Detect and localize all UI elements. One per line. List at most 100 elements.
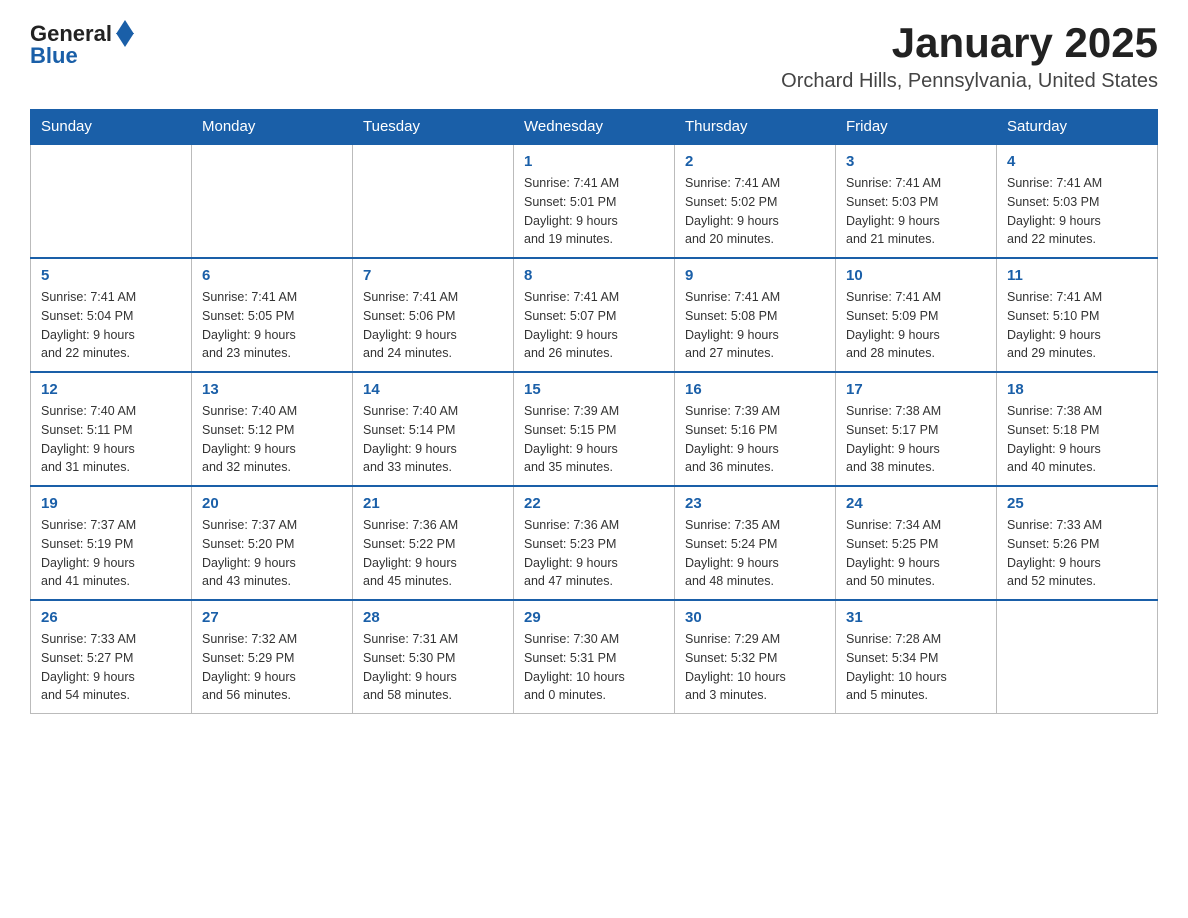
day-number: 8 [524, 267, 664, 284]
day-number: 1 [524, 153, 664, 170]
calendar-cell: 27Sunrise: 7:32 AMSunset: 5:29 PMDayligh… [192, 600, 353, 714]
logo-blue-text: Blue [30, 43, 78, 69]
day-number: 30 [685, 609, 825, 626]
calendar-header-row: SundayMondayTuesdayWednesdayThursdayFrid… [31, 110, 1158, 145]
calendar-cell: 14Sunrise: 7:40 AMSunset: 5:14 PMDayligh… [353, 372, 514, 486]
day-info: Sunrise: 7:41 AMSunset: 5:02 PMDaylight:… [685, 174, 825, 249]
day-number: 23 [685, 495, 825, 512]
day-info: Sunrise: 7:41 AMSunset: 5:04 PMDaylight:… [41, 288, 181, 363]
day-info: Sunrise: 7:38 AMSunset: 5:17 PMDaylight:… [846, 402, 986, 477]
day-info: Sunrise: 7:41 AMSunset: 5:01 PMDaylight:… [524, 174, 664, 249]
calendar-week-row: 5 Sunrise: 7:41 AMSunset: 5:04 PMDaylight… [31, 258, 1158, 372]
day-header-tuesday: Tuesday [353, 110, 514, 145]
day-info: Sunrise: 7:28 AMSunset: 5:34 PMDaylight:… [846, 630, 986, 705]
day-header-wednesday: Wednesday [514, 110, 675, 145]
day-info: Sunrise: 7:38 AMSunset: 5:18 PMDaylight:… [1007, 402, 1147, 477]
calendar-cell: 7 Sunrise: 7:41 AMSunset: 5:06 PMDaylight… [353, 258, 514, 372]
day-info: Sunrise: 7:36 AMSunset: 5:22 PMDaylight:… [363, 516, 503, 591]
day-number: 9 [685, 267, 825, 284]
day-info: Sunrise: 7:41 AMSunset: 5:06 PMDaylight:… [363, 288, 503, 363]
calendar-cell [353, 144, 514, 258]
day-header-sunday: Sunday [31, 110, 192, 145]
calendar-cell: 30 Sunrise: 7:29 AMSunset: 5:32 PMDayligh… [675, 600, 836, 714]
day-info: Sunrise: 7:41 AMSunset: 5:05 PMDaylight:… [202, 288, 342, 363]
day-info: Sunrise: 7:37 AMSunset: 5:19 PMDaylight:… [41, 516, 181, 591]
day-number: 22 [524, 495, 664, 512]
calendar-week-row: 19Sunrise: 7:37 AMSunset: 5:19 PMDayligh… [31, 486, 1158, 600]
calendar-cell: 31 Sunrise: 7:28 AMSunset: 5:34 PMDayligh… [836, 600, 997, 714]
day-number: 25 [1007, 495, 1147, 512]
day-info: Sunrise: 7:41 AMSunset: 5:08 PMDaylight:… [685, 288, 825, 363]
day-info: Sunrise: 7:41 AMSunset: 5:10 PMDaylight:… [1007, 288, 1147, 363]
day-number: 3 [846, 153, 986, 170]
calendar-cell: 25 Sunrise: 7:33 AMSunset: 5:26 PMDayligh… [997, 486, 1158, 600]
day-info: Sunrise: 7:37 AMSunset: 5:20 PMDaylight:… [202, 516, 342, 591]
calendar-cell: 1 Sunrise: 7:41 AMSunset: 5:01 PMDaylight… [514, 144, 675, 258]
calendar-cell: 3 Sunrise: 7:41 AMSunset: 5:03 PMDaylight… [836, 144, 997, 258]
day-number: 17 [846, 381, 986, 398]
calendar-cell: 13 Sunrise: 7:40 AMSunset: 5:12 PMDayligh… [192, 372, 353, 486]
calendar-cell: 12 Sunrise: 7:40 AMSunset: 5:11 PMDayligh… [31, 372, 192, 486]
calendar-cell: 28 Sunrise: 7:31 AMSunset: 5:30 PMDayligh… [353, 600, 514, 714]
calendar-cell: 29Sunrise: 7:30 AMSunset: 5:31 PMDayligh… [514, 600, 675, 714]
day-info: Sunrise: 7:40 AMSunset: 5:11 PMDaylight:… [41, 402, 181, 477]
month-title: January 2025 [781, 20, 1158, 66]
day-info: Sunrise: 7:41 AMSunset: 5:03 PMDaylight:… [846, 174, 986, 249]
calendar-cell [997, 600, 1158, 714]
calendar-cell: 26Sunrise: 7:33 AMSunset: 5:27 PMDayligh… [31, 600, 192, 714]
calendar-cell: 11 Sunrise: 7:41 AMSunset: 5:10 PMDayligh… [997, 258, 1158, 372]
day-number: 12 [41, 381, 181, 398]
calendar-cell: 17 Sunrise: 7:38 AMSunset: 5:17 PMDayligh… [836, 372, 997, 486]
calendar-cell: 15Sunrise: 7:39 AMSunset: 5:15 PMDayligh… [514, 372, 675, 486]
day-header-friday: Friday [836, 110, 997, 145]
location-title: Orchard Hills, Pennsylvania, United Stat… [781, 70, 1158, 93]
day-number: 11 [1007, 267, 1147, 284]
day-info: Sunrise: 7:33 AMSunset: 5:27 PMDaylight:… [41, 630, 181, 705]
day-info: Sunrise: 7:40 AMSunset: 5:12 PMDaylight:… [202, 402, 342, 477]
calendar-cell: 19Sunrise: 7:37 AMSunset: 5:19 PMDayligh… [31, 486, 192, 600]
day-info: Sunrise: 7:36 AMSunset: 5:23 PMDaylight:… [524, 516, 664, 591]
calendar-cell: 22 Sunrise: 7:36 AMSunset: 5:23 PMDayligh… [514, 486, 675, 600]
page-header: General Blue January 2025 Orchard Hills,… [30, 20, 1158, 93]
calendar-cell: 21 Sunrise: 7:36 AMSunset: 5:22 PMDayligh… [353, 486, 514, 600]
calendar-cell: 24 Sunrise: 7:34 AMSunset: 5:25 PMDayligh… [836, 486, 997, 600]
calendar-cell: 2Sunrise: 7:41 AMSunset: 5:02 PMDaylight… [675, 144, 836, 258]
calendar-cell: 6Sunrise: 7:41 AMSunset: 5:05 PMDaylight… [192, 258, 353, 372]
day-info: Sunrise: 7:33 AMSunset: 5:26 PMDaylight:… [1007, 516, 1147, 591]
logo: General Blue [30, 20, 134, 69]
day-info: Sunrise: 7:35 AMSunset: 5:24 PMDaylight:… [685, 516, 825, 591]
day-info: Sunrise: 7:34 AMSunset: 5:25 PMDaylight:… [846, 516, 986, 591]
day-number: 7 [363, 267, 503, 284]
calendar-cell: 20 Sunrise: 7:37 AMSunset: 5:20 PMDayligh… [192, 486, 353, 600]
calendar-cell: 8Sunrise: 7:41 AMSunset: 5:07 PMDaylight… [514, 258, 675, 372]
day-info: Sunrise: 7:31 AMSunset: 5:30 PMDaylight:… [363, 630, 503, 705]
calendar-cell: 18 Sunrise: 7:38 AMSunset: 5:18 PMDayligh… [997, 372, 1158, 486]
calendar-cell: 5 Sunrise: 7:41 AMSunset: 5:04 PMDaylight… [31, 258, 192, 372]
day-number: 31 [846, 609, 986, 626]
calendar-table: SundayMondayTuesdayWednesdayThursdayFrid… [30, 109, 1158, 714]
day-info: Sunrise: 7:41 AMSunset: 5:09 PMDaylight:… [846, 288, 986, 363]
calendar-body: 1 Sunrise: 7:41 AMSunset: 5:01 PMDaylight… [31, 144, 1158, 714]
calendar-cell: 4Sunrise: 7:41 AMSunset: 5:03 PMDaylight… [997, 144, 1158, 258]
day-number: 20 [202, 495, 342, 512]
calendar-cell: 10 Sunrise: 7:41 AMSunset: 5:09 PMDayligh… [836, 258, 997, 372]
day-info: Sunrise: 7:29 AMSunset: 5:32 PMDaylight:… [685, 630, 825, 705]
calendar-cell: 9 Sunrise: 7:41 AMSunset: 5:08 PMDaylight… [675, 258, 836, 372]
calendar-week-row: 12 Sunrise: 7:40 AMSunset: 5:11 PMDayligh… [31, 372, 1158, 486]
title-area: January 2025 Orchard Hills, Pennsylvania… [781, 20, 1158, 93]
day-number: 10 [846, 267, 986, 284]
calendar-week-row: 1 Sunrise: 7:41 AMSunset: 5:01 PMDaylight… [31, 144, 1158, 258]
day-header-monday: Monday [192, 110, 353, 145]
day-number: 27 [202, 609, 342, 626]
day-number: 21 [363, 495, 503, 512]
day-info: Sunrise: 7:39 AMSunset: 5:16 PMDaylight:… [685, 402, 825, 477]
day-number: 5 [41, 267, 181, 284]
day-number: 14 [363, 381, 503, 398]
calendar-cell [192, 144, 353, 258]
day-number: 24 [846, 495, 986, 512]
day-number: 29 [524, 609, 664, 626]
day-number: 28 [363, 609, 503, 626]
day-number: 13 [202, 381, 342, 398]
day-number: 18 [1007, 381, 1147, 398]
day-info: Sunrise: 7:39 AMSunset: 5:15 PMDaylight:… [524, 402, 664, 477]
